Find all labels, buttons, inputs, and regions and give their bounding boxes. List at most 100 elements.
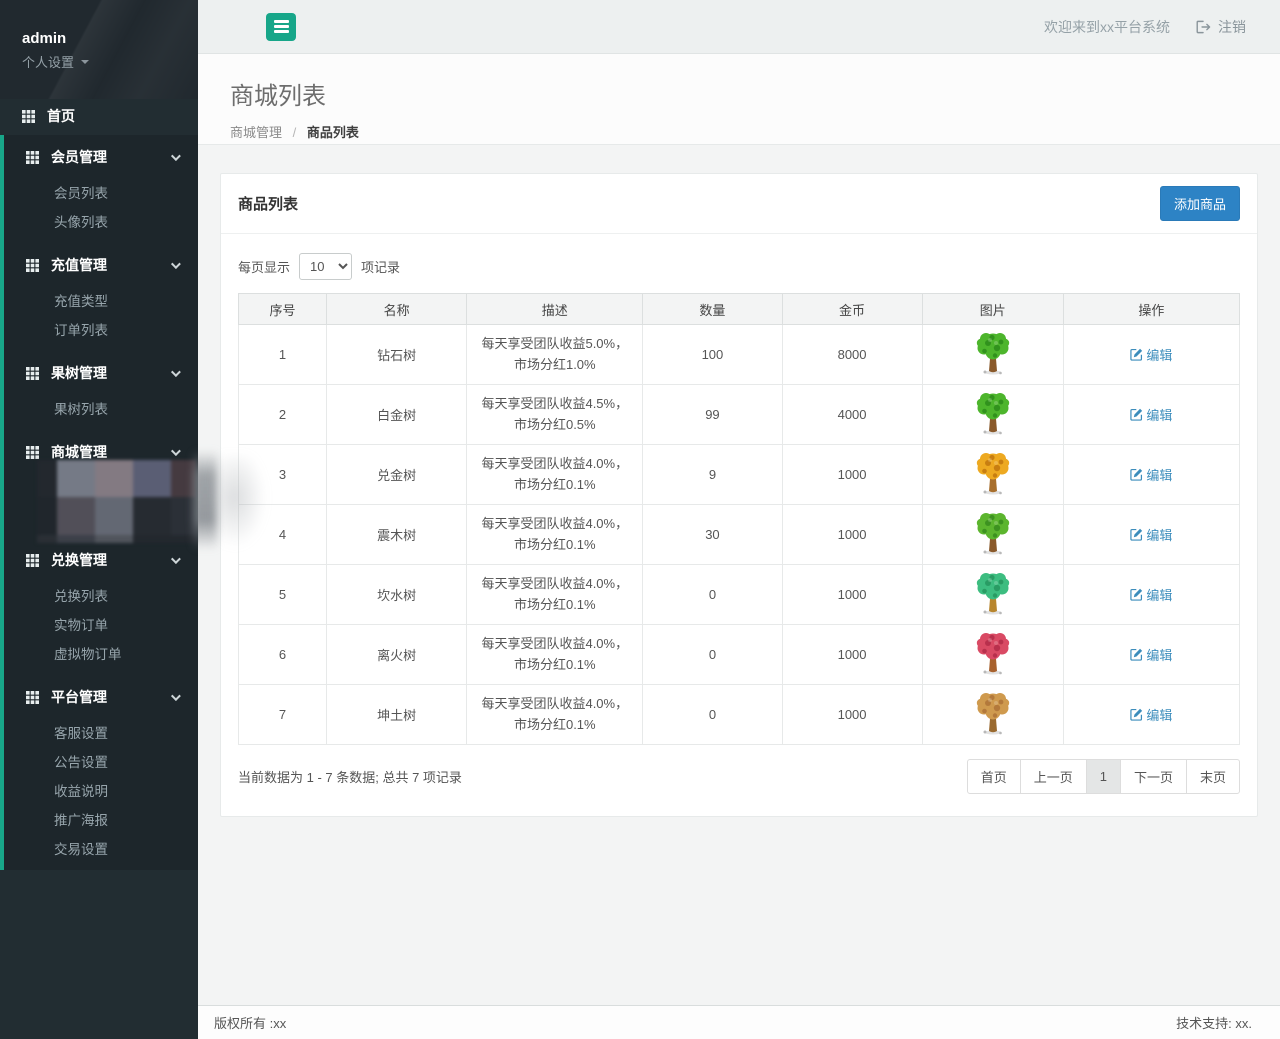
sidebar-home-label: 首页 <box>47 106 75 126</box>
sidebar-item-果树列表[interactable]: 果树列表 <box>4 395 198 424</box>
sidebar-group-label: 兑换管理 <box>51 550 171 570</box>
edit-link[interactable]: 编辑 <box>1130 645 1172 664</box>
page-size-select[interactable]: 10 <box>299 253 352 280</box>
edit-link[interactable]: 编辑 <box>1130 345 1172 364</box>
sidebar-group-children: 会员列表头像列表 <box>4 179 198 243</box>
user-settings-label: 个人设置 <box>22 52 74 71</box>
sidebar-item-客服设置[interactable]: 客服设置 <box>4 719 198 748</box>
edit-link[interactable]: 编辑 <box>1130 525 1172 544</box>
sidebar-item-兑换列表[interactable]: 兑换列表 <box>4 582 198 611</box>
cell-name: 白金树 <box>327 385 467 445</box>
edit-link[interactable]: 编辑 <box>1130 465 1172 484</box>
sidebar-group-children: 充值类型订单列表 <box>4 287 198 351</box>
footer: 版权所有 :xx 技术支持: xx. <box>198 1005 1280 1039</box>
cell-name: 钻石树 <box>327 325 467 385</box>
cell-name: 兑金树 <box>327 445 467 505</box>
sidebar-group-label: 果树管理 <box>51 363 171 383</box>
sidebar-item-censored[interactable] <box>4 503 198 532</box>
sidebar-item-实物订单[interactable]: 实物订单 <box>4 611 198 640</box>
welcome-text: 欢迎来到xx平台系统 <box>1044 17 1170 37</box>
topbar-right: 欢迎来到xx平台系统 注销 <box>1044 17 1280 37</box>
edit-icon <box>1130 648 1143 661</box>
sidebar-group-果树管理[interactable]: 果树管理 <box>4 351 198 395</box>
chevron-down-icon <box>171 259 181 269</box>
edit-link[interactable]: 编辑 <box>1130 705 1172 724</box>
cell-index: 3 <box>239 445 327 505</box>
sidebar-item-home[interactable]: 首页 <box>0 99 198 133</box>
cell-coins: 1000 <box>782 565 922 625</box>
sidebar-item-头像列表[interactable]: 头像列表 <box>4 208 198 237</box>
tree-image <box>973 450 1013 496</box>
tree-image <box>973 390 1013 436</box>
user-settings-link[interactable]: 个人设置 <box>22 52 89 71</box>
table-row: 7 坤土树 每天享受团队收益4.0%，市场分红0.1% 0 1000 <box>239 685 1240 745</box>
table-summary-row: 当前数据为 1 - 7 条数据; 总共 7 项记录 首页上一页1下一页末页 <box>238 759 1240 794</box>
user-panel: admin 个人设置 <box>0 0 198 99</box>
breadcrumb: 商城管理 / 商品列表 <box>230 122 1280 141</box>
sidebar-group-会员管理[interactable]: 会员管理 <box>4 135 198 179</box>
page-button-1[interactable]: 1 <box>1086 759 1121 794</box>
cell-index: 5 <box>239 565 327 625</box>
cell-image <box>922 505 1063 565</box>
logout-link[interactable]: 注销 <box>1196 17 1246 37</box>
sidebar-item-充值类型[interactable]: 充值类型 <box>4 287 198 316</box>
sidebar-item-交易设置[interactable]: 交易设置 <box>4 835 198 864</box>
edit-label: 编辑 <box>1146 525 1172 544</box>
add-goods-button[interactable]: 添加商品 <box>1160 186 1240 221</box>
grid-icon <box>26 554 39 567</box>
sidebar-item-公告设置[interactable]: 公告设置 <box>4 748 198 777</box>
sidebar-group-商城管理[interactable]: 商城管理 <box>4 430 198 474</box>
cell-image <box>922 565 1063 625</box>
sidebar: admin 个人设置 首页 会员管理 会员列表头像列表 充值管 <box>0 0 198 1039</box>
edit-icon <box>1130 348 1143 361</box>
sidebar-group-充值管理[interactable]: 充值管理 <box>4 243 198 287</box>
sidebar-group-平台管理[interactable]: 平台管理 <box>4 675 198 719</box>
sidebar-toggle-button[interactable] <box>266 13 296 41</box>
edit-icon <box>1130 468 1143 481</box>
page-button-首页[interactable]: 首页 <box>967 759 1021 794</box>
cell-name: 离火树 <box>327 625 467 685</box>
app-root: admin 个人设置 首页 会员管理 会员列表头像列表 充值管 <box>0 0 1280 1039</box>
edit-link[interactable]: 编辑 <box>1130 405 1172 424</box>
sidebar-item-虚拟物订单[interactable]: 虚拟物订单 <box>4 640 198 669</box>
sidebar-item-订单列表[interactable]: 订单列表 <box>4 316 198 345</box>
cell-description: 每天享受团队收益5.0%，市场分红1.0% <box>467 325 643 385</box>
sidebar-item-收益说明[interactable]: 收益说明 <box>4 777 198 806</box>
cell-coins: 1000 <box>782 685 922 745</box>
cell-description: 每天享受团队收益4.0%，市场分红0.1% <box>467 565 643 625</box>
cell-description: 每天享受团队收益4.0%，市场分红0.1% <box>467 445 643 505</box>
page-button-下一页[interactable]: 下一页 <box>1120 759 1187 794</box>
topbar: 欢迎来到xx平台系统 注销 <box>198 0 1280 54</box>
sidebar-item-会员列表[interactable]: 会员列表 <box>4 179 198 208</box>
edit-label: 编辑 <box>1146 345 1172 364</box>
edit-link[interactable]: 编辑 <box>1130 585 1172 604</box>
page-button-上一页[interactable]: 上一页 <box>1020 759 1087 794</box>
tree-image <box>973 630 1013 676</box>
cell-quantity: 0 <box>643 625 782 685</box>
table-row: 3 兑金树 每天享受团队收益4.0%，市场分红0.1% 9 1000 <box>239 445 1240 505</box>
cell-quantity: 30 <box>643 505 782 565</box>
sidebar-item-推广海报[interactable]: 推广海报 <box>4 806 198 835</box>
column-header-操作: 操作 <box>1063 294 1239 325</box>
sidebar-group: 兑换管理 兑换列表实物订单虚拟物订单 <box>4 538 198 675</box>
grid-icon <box>22 110 35 123</box>
cell-index: 6 <box>239 625 327 685</box>
cell-index: 4 <box>239 505 327 565</box>
column-header-序号: 序号 <box>239 294 327 325</box>
cell-image <box>922 445 1063 505</box>
cell-coins: 8000 <box>782 325 922 385</box>
page-size-suffix: 项记录 <box>361 257 400 276</box>
page-button-末页[interactable]: 末页 <box>1186 759 1240 794</box>
edit-label: 编辑 <box>1146 405 1172 424</box>
sidebar-item-censored[interactable] <box>4 474 198 503</box>
breadcrumb-parent[interactable]: 商城管理 <box>230 125 282 140</box>
cell-action: 编辑 <box>1063 385 1239 445</box>
sidebar-group-兑换管理[interactable]: 兑换管理 <box>4 538 198 582</box>
records-summary: 当前数据为 1 - 7 条数据; 总共 7 项记录 <box>238 767 462 786</box>
panel-body: 每页显示 10 项记录 序号名称描述数量金币图片操作 1 钻石树 每天享受团队收… <box>221 234 1257 816</box>
cell-index: 7 <box>239 685 327 745</box>
grid-icon <box>26 446 39 459</box>
edit-label: 编辑 <box>1146 465 1172 484</box>
panel-header: 商品列表 添加商品 <box>221 174 1257 234</box>
cell-action: 编辑 <box>1063 685 1239 745</box>
